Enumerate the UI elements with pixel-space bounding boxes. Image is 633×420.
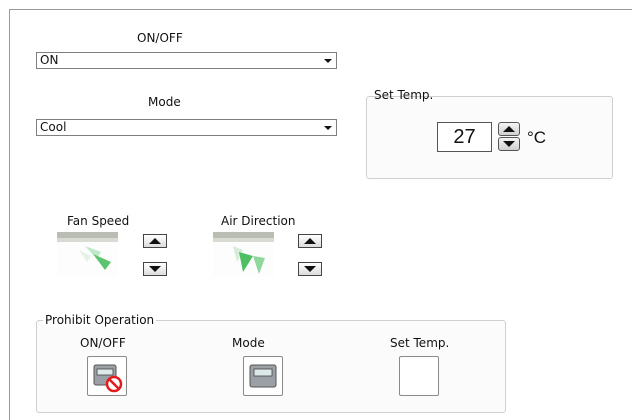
temp-up-button[interactable]: [498, 122, 520, 136]
control-panel: ON/OFF ON Mode Cool Set Temp. Fan Speed …: [9, 9, 632, 420]
prohibit-set-temp-button[interactable]: [399, 356, 439, 396]
on-off-label: ON/OFF: [137, 31, 183, 45]
air-direction-image: [213, 232, 274, 277]
mode-label: Mode: [148, 95, 181, 109]
mode-select[interactable]: Cool: [36, 119, 337, 136]
fan-speed-up-button[interactable]: [143, 234, 167, 248]
air-direction-up-button[interactable]: [298, 234, 322, 248]
arrow-up-icon: [304, 238, 316, 244]
air-direction-down-button[interactable]: [298, 262, 322, 276]
air-direction-label: Air Direction: [221, 214, 296, 228]
temp-down-button[interactable]: [498, 137, 520, 151]
fan-speed-label: Fan Speed: [67, 214, 130, 228]
arrow-down-icon: [149, 266, 161, 272]
chevron-down-icon: [324, 126, 332, 130]
arrow-down-icon: [304, 266, 316, 272]
prohibit-on-off-button[interactable]: [87, 356, 127, 396]
mode-selected-value: Cool: [40, 120, 67, 134]
chevron-down-icon: [324, 59, 332, 63]
arrow-up-icon: [149, 238, 161, 244]
set-temp-title: Set Temp.: [374, 88, 434, 102]
arrow-up-icon: [503, 126, 515, 132]
prohibit-on-off-label: ON/OFF: [80, 336, 126, 350]
prohibit-set-temp-label: Set Temp.: [390, 336, 450, 350]
prohibit-remote-icon: [93, 364, 123, 393]
prohibit-operation-title: Prohibit Operation: [43, 313, 157, 327]
set-temp-value[interactable]: 27: [437, 122, 492, 152]
prohibit-mode-button[interactable]: [243, 356, 283, 396]
temp-unit: °C: [527, 128, 547, 147]
on-off-selected-value: ON: [40, 53, 59, 67]
remote-icon: [249, 364, 277, 388]
fan-speed-down-button[interactable]: [143, 262, 167, 276]
on-off-select[interactable]: ON: [36, 52, 337, 69]
prohibit-mode-label: Mode: [232, 336, 265, 350]
fan-speed-image: [57, 232, 118, 277]
arrow-down-icon: [503, 141, 515, 147]
